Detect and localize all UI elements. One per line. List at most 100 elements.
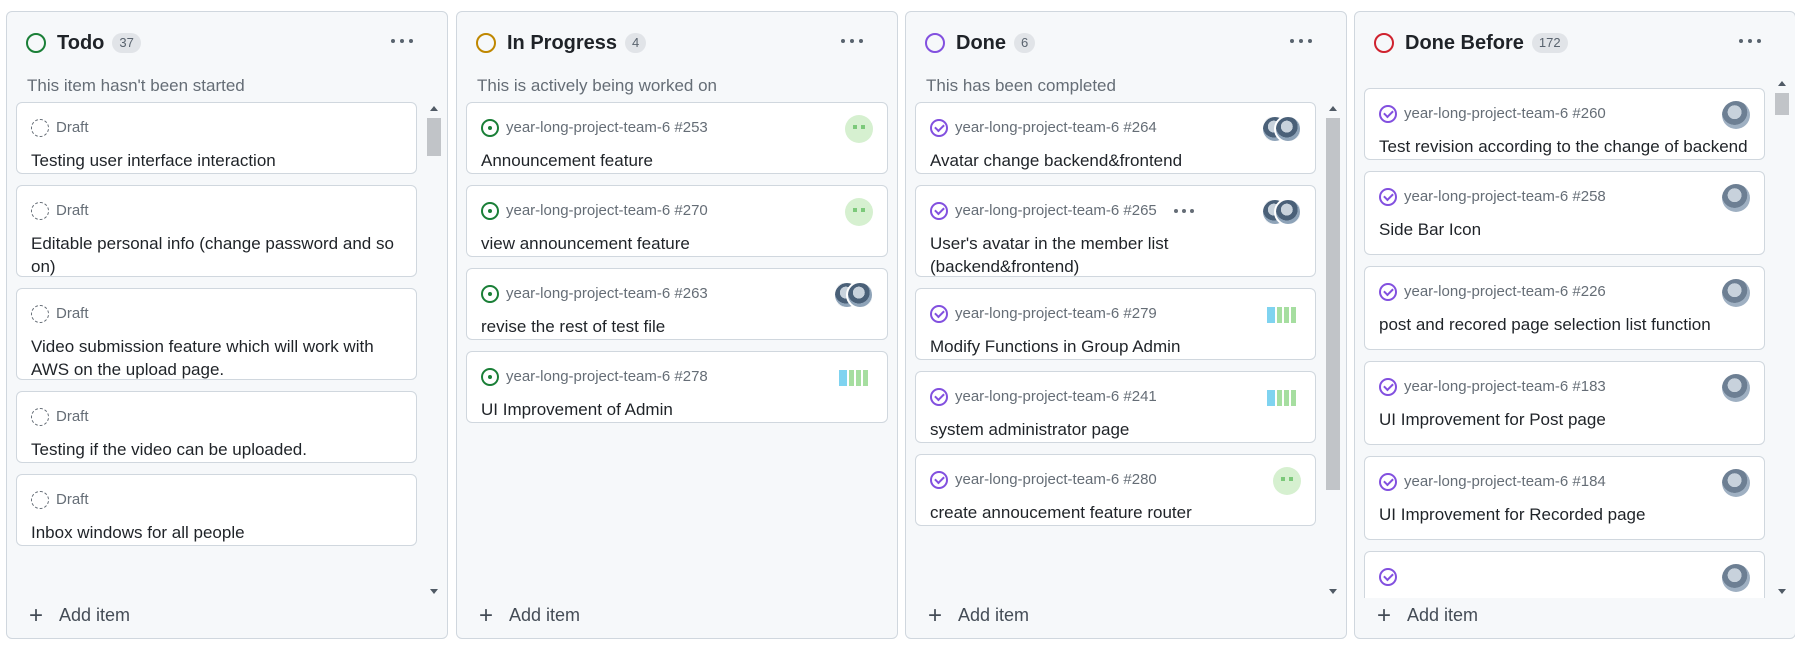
issue-closed-icon [1379,188,1397,206]
card-reference: year-long-project-team-6 #264 [930,119,1157,137]
scroll-thumb[interactable] [1775,93,1789,115]
card[interactable]: Draft Editable personal info (change pas… [16,185,417,277]
issue-closed-icon [1379,473,1397,491]
add-item-button[interactable]: + Add item [1377,602,1478,629]
card-title[interactable]: post and recored page selection list fun… [1379,313,1750,336]
card[interactable]: year-long-project-team-6 #183 UI Improve… [1364,361,1765,445]
column-description: This is actively being worked on [477,76,718,95]
plus-icon: + [1377,602,1392,629]
card[interactable]: Draft Testing user interface interaction [16,102,417,174]
card[interactable]: Draft Video submission feature which wil… [16,288,417,380]
scrollbar[interactable] [425,102,443,598]
column-menu-icon[interactable] [1737,30,1763,50]
card[interactable]: year-long-project-team-6 #279 Modify Fun… [915,288,1316,360]
card[interactable]: year-long-project-team-6 #264 Avatar cha… [915,102,1316,174]
card-title[interactable]: UI Improvement for Recorded page [1379,503,1750,526]
issue-opened-icon [481,119,499,137]
card[interactable]: year-long-project-team-6 #226 post and r… [1364,266,1765,350]
card[interactable]: year-long-project-team-6 #280 create ann… [915,454,1316,526]
avatar[interactable] [1722,374,1750,402]
scroll-up-arrow-icon[interactable] [430,106,438,111]
avatar-group[interactable] [1261,115,1301,143]
add-item-button[interactable]: + Add item [928,602,1029,629]
add-item-button[interactable]: + Add item [479,602,580,629]
card-list: Draft Testing user interface interaction… [16,102,417,598]
avatar-group[interactable] [1261,198,1301,226]
card-title[interactable]: create annoucement feature router [930,501,1301,524]
scroll-down-arrow-icon[interactable] [430,589,438,594]
scroll-down-arrow-icon[interactable] [1329,589,1337,594]
card[interactable]: year-long-project-team-6 #278 UI Improve… [466,351,888,423]
avatar[interactable] [1722,469,1750,497]
issue-closed-icon [1379,283,1397,301]
card-reference: year-long-project-team-6 #263 [481,285,708,303]
card-title[interactable]: UI Improvement of Admin [481,398,873,421]
issue-closed-icon [930,202,948,220]
add-item-button[interactable]: + Add item [29,602,130,629]
draft-circle-icon [31,491,49,509]
card-reference: year-long-project-team-6 #265 [930,202,1157,220]
column-header: Done 6 This has been completed [906,12,1346,112]
column-title: Done 6 [956,31,1036,55]
scroll-up-arrow-icon[interactable] [1778,81,1786,86]
card-title[interactable]: Test revision according to the change of… [1379,135,1750,158]
card-title[interactable]: system administrator page [930,418,1301,441]
avatar[interactable] [1265,301,1301,329]
scroll-down-arrow-icon[interactable] [1778,589,1786,594]
avatar[interactable] [1722,564,1750,592]
plus-icon: + [479,602,494,629]
scrollbar[interactable] [1773,77,1791,598]
avatar[interactable] [1265,384,1301,412]
card-title[interactable]: Side Bar Icon [1379,218,1750,241]
column-header: Todo 37 This item hasn't been started [7,12,447,112]
card[interactable]: Draft Inbox windows for all people [16,474,417,546]
avatar-group[interactable] [833,281,873,309]
card-title[interactable]: Avatar change backend&frontend [930,149,1301,172]
issue-closed-icon [1379,568,1397,586]
card-title[interactable]: UI Improvement for Post page [1379,408,1750,431]
card[interactable]: year-long-project-team-6 #241 system adm… [915,371,1316,443]
issue-closed-icon [1379,105,1397,123]
column-menu-icon[interactable] [389,30,415,50]
card-reference: year-long-project-team-6 #226 [1379,283,1606,301]
avatar[interactable] [1722,184,1750,212]
card[interactable]: year-long-project-team-6 #258 Side Bar I… [1364,171,1765,255]
card-title[interactable]: Modify Functions in Group Admin [930,335,1301,358]
card-title[interactable]: revise the rest of test file [481,315,873,338]
scroll-up-arrow-icon[interactable] [1329,106,1337,111]
card-menu-icon[interactable] [1174,209,1196,215]
card-title[interactable]: User's avatar in the member list (backen… [930,232,1301,278]
card-title[interactable]: Announcement feature [481,149,873,172]
card-title[interactable]: Testing if the video can be uploaded. [31,438,402,461]
avatar[interactable] [1722,101,1750,129]
avatar[interactable] [1273,467,1301,495]
column-in-progress: In Progress 4 This is actively being work… [456,11,898,639]
card[interactable]: year-long-project-team-6 #260 Test revis… [1364,88,1765,160]
card[interactable]: year-long-project-team-6 #253 Announceme… [466,102,888,174]
card-title[interactable]: Inbox windows for all people [31,521,402,544]
avatar[interactable] [1722,279,1750,307]
scroll-thumb[interactable] [1326,118,1340,490]
avatar[interactable] [845,115,873,143]
card-title[interactable]: Editable personal info (change password … [31,232,402,278]
column-menu-icon[interactable] [1288,30,1314,50]
card-title[interactable]: view announcement feature [481,232,873,255]
card[interactable]: year-long-project-team-6 #184 UI Improve… [1364,456,1765,540]
avatar[interactable] [845,198,873,226]
column-menu-icon[interactable] [839,30,865,50]
card[interactable]: year-long-project-team-6 #263 revise the… [466,268,888,340]
column-done: Done 6 This has been completed year-long-… [905,11,1347,639]
card[interactable]: year-long-project-team-6 #270 view annou… [466,185,888,257]
issue-closed-icon [930,388,948,406]
card-reference: Draft [31,305,89,323]
card[interactable]: year-long-project-team-6 #265 User's ava… [915,185,1316,277]
scroll-thumb[interactable] [427,118,441,156]
draft-circle-icon [31,305,49,323]
card[interactable] [1364,551,1765,598]
card-title[interactable]: Testing user interface interaction [31,149,402,172]
card[interactable]: Draft Testing if the video can be upload… [16,391,417,463]
scrollbar[interactable] [1324,102,1342,598]
column-done-before: Done Before 172 year-long-project-team-6 … [1354,11,1795,639]
avatar[interactable] [837,364,873,392]
card-title[interactable]: Video submission feature which will work… [31,335,402,381]
